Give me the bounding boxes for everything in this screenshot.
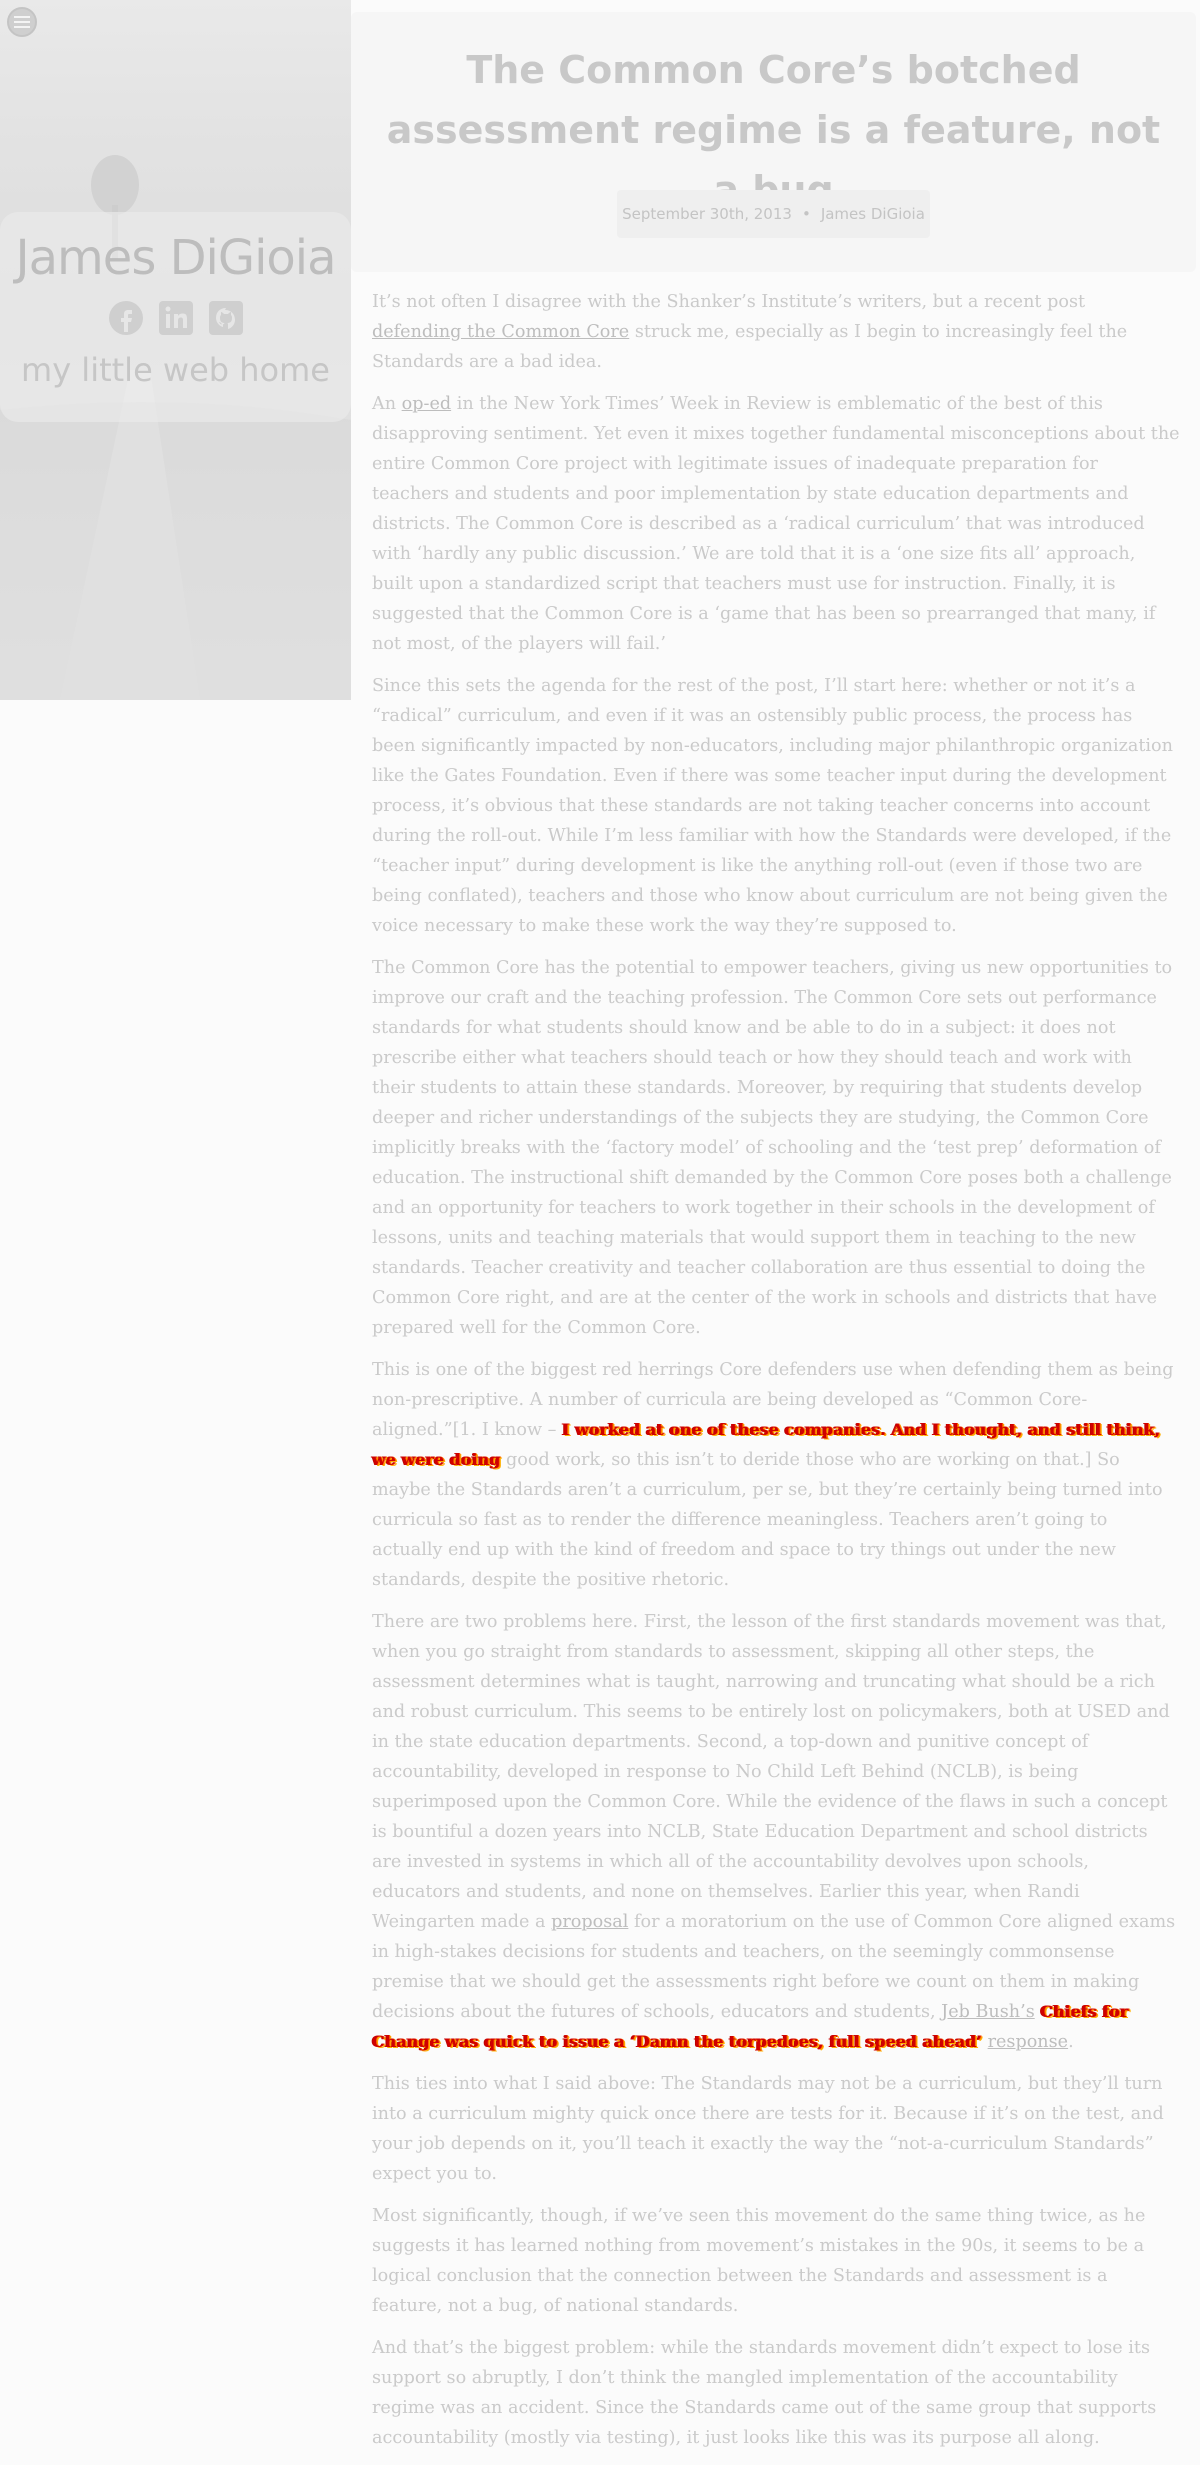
sidebar: James DiGioia my little web home	[0, 0, 351, 700]
paragraph: The Common Core has the potential to emp…	[372, 958, 1173, 1338]
menu-icon	[14, 16, 30, 28]
paragraph: And that’s the biggest problem: while th…	[372, 2338, 1157, 2448]
menu-button[interactable]	[7, 7, 37, 37]
post-header: The Common Core’s botched assessment reg…	[351, 12, 1196, 272]
article-body: It’s not often I disagree with the Shank…	[372, 287, 1180, 2465]
paragraph: There are two problems here. First, the …	[372, 1607, 1180, 2057]
jeb-bush-link[interactable]: Jeb Bush’s	[941, 2002, 1035, 2022]
post-meta: September 30th, 2013 • James DiGioia	[617, 190, 930, 238]
paragraph: This is one of the biggest red herrings …	[372, 1355, 1180, 1595]
proposal-link[interactable]: proposal	[551, 1912, 628, 1932]
meta-separator: •	[801, 205, 811, 223]
defending-common-core-link[interactable]: defending the Common Core	[372, 322, 629, 342]
post-author[interactable]: James DiGioia	[821, 205, 925, 223]
site-tagline: my little web home	[21, 350, 330, 389]
text: It’s not often I disagree with the Shank…	[372, 292, 1086, 312]
paragraph: Most significantly, though, if we’ve see…	[372, 2206, 1146, 2316]
op-ed-link[interactable]: op-ed	[402, 394, 451, 414]
paragraph: An op-ed in the New York Times’ Week in …	[372, 389, 1180, 659]
site-identity: James DiGioia my little web home	[0, 212, 351, 422]
text: An	[372, 394, 402, 414]
social-links	[0, 299, 351, 337]
site-title[interactable]: James DiGioia	[0, 232, 351, 285]
post-date: September 30th, 2013	[622, 205, 792, 223]
paragraph: It’s not often I disagree with the Shank…	[372, 287, 1180, 377]
github-icon[interactable]	[207, 299, 245, 337]
text: in the New York Times’ Week in Review is…	[372, 394, 1180, 654]
text: There are two problems here. First, the …	[372, 1612, 1170, 1932]
paragraph: This ties into what I said above: The St…	[372, 2074, 1164, 2184]
paragraph: Since this sets the agenda for the rest …	[372, 676, 1173, 936]
response-link[interactable]: response	[988, 2032, 1068, 2052]
text: .	[1068, 2032, 1074, 2052]
linkedin-icon[interactable]	[157, 299, 195, 337]
facebook-icon[interactable]	[107, 299, 145, 337]
text: good work, so this isn’t to deride those…	[372, 1450, 1163, 1590]
